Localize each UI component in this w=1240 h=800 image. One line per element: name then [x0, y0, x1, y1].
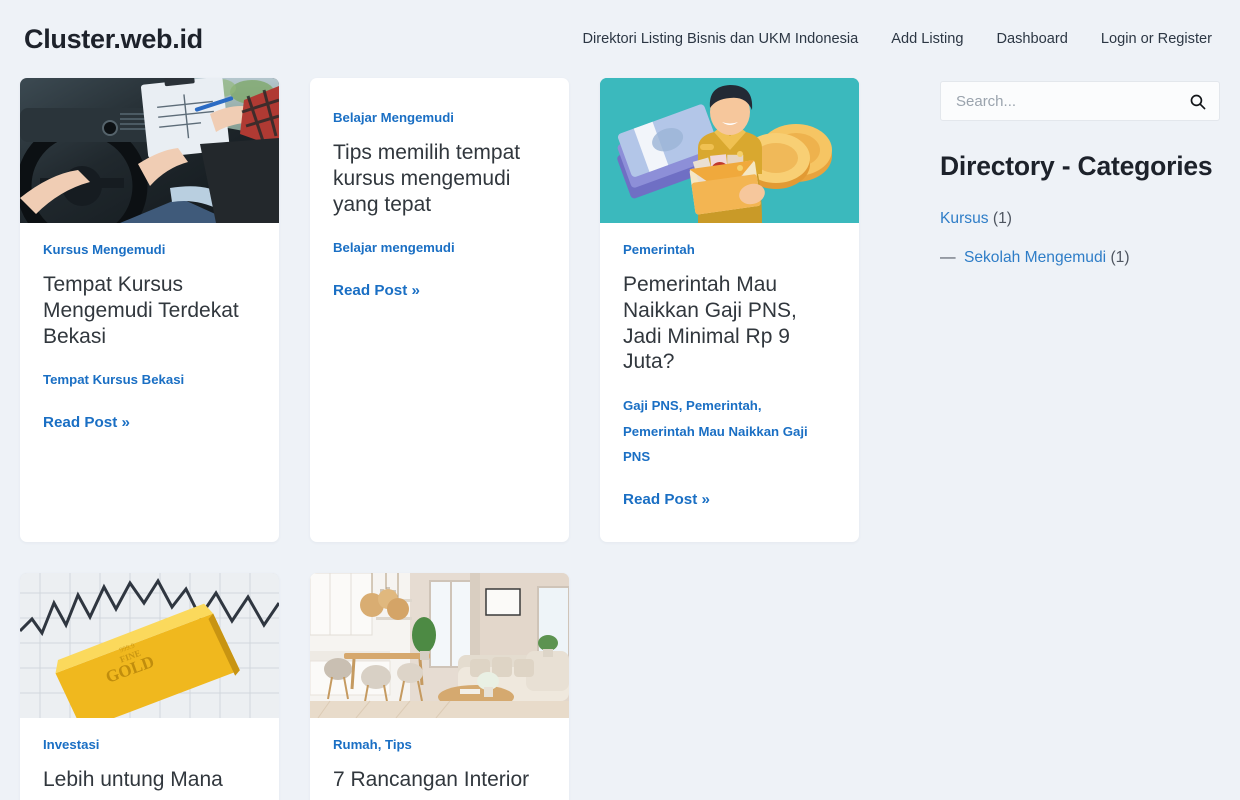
search-submit-button[interactable]	[1184, 88, 1210, 114]
card-categories[interactable]: Investasi	[43, 735, 256, 755]
minimalist-interior-photo[interactable]	[310, 573, 569, 718]
card-pemerintah-naikkan-gaji-pns[interactable]: Pemerintah Pemerintah Mau Naikkan Gaji P…	[600, 78, 859, 542]
site-logo[interactable]: Cluster.web.id	[24, 24, 203, 55]
site-header: Cluster.web.id Direktori Listing Bisnis …	[0, 0, 1240, 78]
nav-add-listing[interactable]: Add Listing	[891, 31, 963, 47]
gold-bar-illustration: GOLD FINE 999.9	[20, 573, 279, 718]
main-navigation: Direktori Listing Bisnis dan UKM Indones…	[582, 31, 1216, 47]
read-post-link[interactable]: Read Post »	[333, 282, 420, 299]
card-categories[interactable]: Kursus Mengemudi	[43, 240, 256, 260]
category-link-sekolah-mengemudi[interactable]: Sekolah Mengemudi	[964, 249, 1106, 266]
card-categories[interactable]: Pemerintah	[623, 240, 836, 260]
nav-dashboard[interactable]: Dashboard	[996, 31, 1067, 47]
card-body: Investasi Lebih untung Mana	[20, 718, 279, 800]
search-icon	[1190, 94, 1205, 109]
card-body: Kursus Mengemudi Tempat Kursus Mengemudi…	[20, 223, 279, 454]
search-widget	[940, 81, 1220, 121]
card-grid: Kursus Mengemudi Tempat Kursus Mengemudi…	[20, 78, 880, 800]
page-layout: Kursus Mengemudi Tempat Kursus Mengemudi…	[0, 78, 1240, 800]
category-count-kursus: (1)	[992, 210, 1012, 227]
sidebar: Directory - Categories Kursus (1) — Seko…	[880, 78, 1220, 288]
card-body: Rumah, Tips 7 Rancangan Interior	[310, 718, 569, 800]
read-post-link[interactable]: Read Post »	[43, 414, 130, 431]
category-link[interactable]: Kursus Mengemudi	[43, 242, 165, 257]
card-7-rancangan-interior-minimalis[interactable]: Rumah, Tips 7 Rancangan Interior	[310, 573, 569, 800]
interior-illustration	[310, 573, 569, 718]
tag-link[interactable]: Belajar mengemudi	[333, 240, 455, 255]
category-list: Kursus (1) — Sekolah Mengemudi (1)	[940, 209, 1220, 269]
category-item-sekolah-mengemudi: — Sekolah Mengemudi (1)	[940, 248, 1220, 268]
gold-bar-chart-photo[interactable]: GOLD FINE 999.9	[20, 573, 279, 718]
sidebar-widget-title: Directory - Categories	[940, 151, 1213, 181]
card-title[interactable]: 7 Rancangan Interior	[333, 767, 546, 793]
card-lebih-untung-mana-investasi[interactable]: GOLD FINE 999.9 Investasi Lebih untung M…	[20, 573, 279, 800]
pns-money-graphic	[600, 78, 859, 223]
card-categories[interactable]: Belajar Mengemudi	[333, 108, 546, 128]
card-categories[interactable]: Rumah, Tips	[333, 735, 546, 755]
category-item-kursus: Kursus (1)	[940, 209, 1220, 229]
card-tags[interactable]: Gaji PNS, Pemerintah, Pemerintah Mau Nai…	[623, 393, 836, 470]
child-category-dash: —	[940, 249, 956, 267]
category-link[interactable]: Pemerintah	[623, 242, 695, 257]
category-link[interactable]: Investasi	[43, 737, 99, 752]
category-link[interactable]: Belajar Mengemudi	[333, 110, 454, 125]
card-title[interactable]: Pemerintah Mau Naikkan Gaji PNS, Jadi Mi…	[623, 272, 836, 374]
card-body: Pemerintah Pemerintah Mau Naikkan Gaji P…	[600, 223, 859, 531]
nav-direktori[interactable]: Direktori Listing Bisnis dan UKM Indones…	[582, 31, 858, 47]
driving-lesson-illustration	[20, 78, 279, 223]
card-tags[interactable]: Tempat Kursus Bekasi	[43, 367, 256, 393]
read-post-link[interactable]: Read Post »	[623, 491, 710, 508]
card-title[interactable]: Tempat Kursus Mengemudi Terdekat Bekasi	[43, 272, 256, 349]
nav-login-register[interactable]: Login or Register	[1101, 31, 1212, 47]
category-link-kursus[interactable]: Kursus	[940, 210, 989, 227]
card-tempat-kursus-mengemudi[interactable]: Kursus Mengemudi Tempat Kursus Mengemudi…	[20, 78, 279, 542]
category-link[interactable]: Rumah, Tips	[333, 737, 412, 752]
tag-link[interactable]: Gaji PNS, Pemerintah, Pemerintah Mau Nai…	[623, 398, 808, 464]
search-input[interactable]	[940, 81, 1220, 121]
tag-link[interactable]: Tempat Kursus Bekasi	[43, 372, 184, 387]
card-tags[interactable]: Belajar mengemudi	[333, 235, 546, 261]
card-title[interactable]: Lebih untung Mana	[43, 767, 256, 793]
category-count-sekolah-mengemudi: (1)	[1110, 249, 1130, 267]
card-tips-memilih-tempat-kursus[interactable]: Belajar Mengemudi Tips memilih tempat ku…	[310, 78, 569, 542]
card-body: Belajar Mengemudi Tips memilih tempat ku…	[310, 78, 569, 322]
driving-lesson-photo[interactable]	[20, 78, 279, 223]
post-grid: Kursus Mengemudi Tempat Kursus Mengemudi…	[20, 78, 880, 800]
pns-money-illustration[interactable]	[600, 78, 859, 223]
card-title[interactable]: Tips memilih tempat kursus mengemudi yan…	[333, 140, 546, 217]
